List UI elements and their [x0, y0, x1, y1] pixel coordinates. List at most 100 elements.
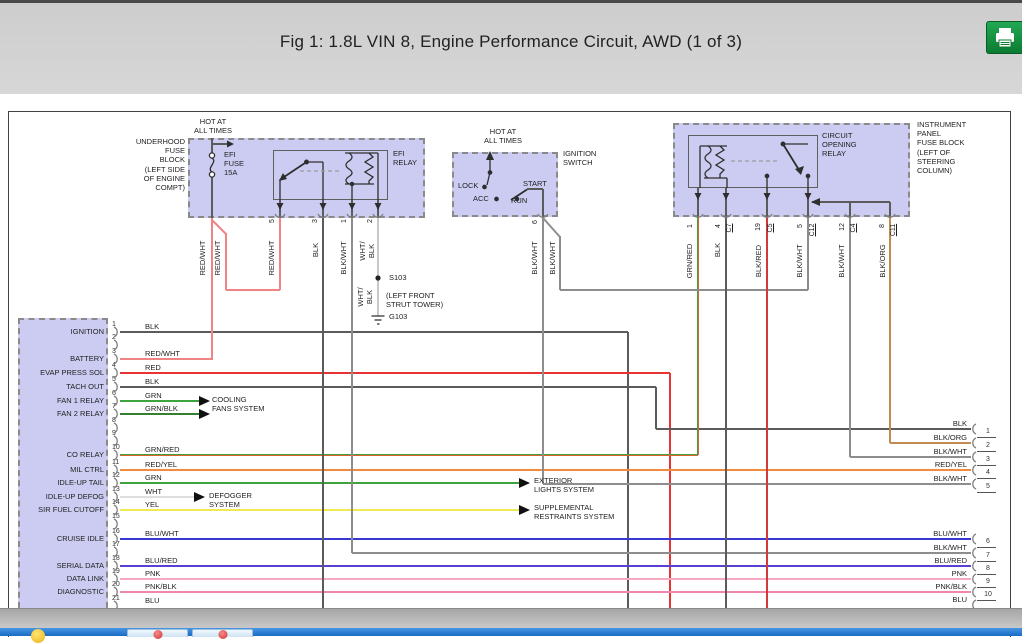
pin-name: IDLE-UP TAIL: [57, 478, 104, 487]
wire-color-label: RED/YEL: [934, 460, 967, 469]
pin-name: SERIAL DATA: [56, 561, 104, 570]
pin-tag: 1: [687, 224, 694, 228]
wire-color-label: GRN/RED: [145, 445, 180, 454]
wire-blk-wht: [352, 552, 971, 554]
pin-name: TACH OUT: [66, 382, 104, 391]
wire-blk: [849, 202, 851, 217]
pin-tick: [977, 465, 996, 466]
wire-red-yel: [120, 469, 971, 471]
system-arrow-icon: [199, 409, 210, 419]
efi-relay-label: EFI RELAY: [393, 149, 418, 168]
wire-blk: [542, 189, 544, 217]
wire-blk-wht: [543, 483, 971, 485]
wire-color-label: BLK/WHT: [933, 543, 967, 552]
wire-blk: [697, 188, 699, 217]
pin-number: 5: [112, 376, 116, 383]
pin-number: 5: [986, 483, 990, 490]
wire-blk-wht: [849, 217, 851, 457]
wire-color-label: BLK/WHT: [933, 447, 967, 456]
circuit-opening-relay-box: [688, 135, 818, 188]
wire-blk: [655, 387, 657, 429]
wire-red: [120, 372, 670, 374]
pin-number: 14: [112, 499, 120, 506]
wire-blk: [212, 143, 227, 145]
wire-pnk-blk: [120, 591, 971, 593]
wire-grn-red: [697, 217, 699, 455]
pin-number: 3: [986, 456, 990, 463]
red-app-icon: [218, 630, 227, 639]
wire-color-label: PNK: [951, 569, 967, 578]
wire-blk: [279, 200, 281, 218]
supplemental-restraints-system-label: SUPPLEMENTAL RESTRAINTS SYSTEM: [534, 503, 615, 522]
wire-color-label-vertical: BLK/WHT: [339, 241, 348, 275]
system-arrow-icon: [519, 505, 530, 515]
pin-tag: 6: [532, 220, 539, 224]
wire-blu-red: [120, 565, 971, 567]
wire-color-label: WHT: [145, 487, 163, 496]
wire-color-label: BLU: [952, 595, 967, 604]
pin-name: CO RELAY: [66, 450, 104, 459]
pin-tick: [977, 561, 996, 562]
wire-color-label: PNK/BLK: [145, 582, 177, 591]
start-orb-icon[interactable]: [31, 629, 45, 643]
wire-blk: [656, 428, 971, 430]
pin-number: 1: [112, 321, 116, 328]
wire-color-label: RED: [145, 363, 161, 372]
wire-blk-org: [890, 442, 971, 444]
pin-tag: C12: [809, 223, 816, 237]
pin-number: 16: [112, 528, 120, 535]
bottom-scroll-area[interactable]: [0, 608, 1022, 628]
pin-number: 8: [112, 417, 116, 424]
wire-pnk: [120, 578, 971, 580]
pin-tick: [977, 451, 996, 452]
pin-number: 9: [986, 578, 990, 585]
exterior-lights-system-label: EXTERIOR LIGHTS SYSTEM: [534, 476, 595, 495]
pin-tag: 8: [879, 224, 886, 228]
pin-name: SIR FUEL CUTOFF: [38, 505, 104, 514]
wire-blu-wht: [120, 538, 971, 540]
pin-tick: [977, 478, 996, 479]
circuit-opening-relay-label: CIRCUIT OPENING RELAY: [822, 131, 857, 159]
wire-wht-blk: [377, 218, 379, 316]
pin-tick: [977, 492, 996, 493]
wire-blk: [812, 201, 890, 203]
pin-number: 7: [112, 403, 116, 410]
pin-tick: [977, 437, 996, 438]
pin-tick: [977, 547, 996, 548]
pin-number: 7: [986, 552, 990, 559]
ignition-switch-label: IGNITION SWITCH: [563, 149, 597, 168]
printer-icon: [995, 27, 1014, 47]
s103-label: S103: [389, 273, 407, 282]
wire-red-wht: [120, 358, 213, 360]
wire-color-label: RED/WHT: [145, 349, 180, 358]
wire-blk-wht: [351, 218, 353, 553]
wire-color-label-vertical: RED/WHT: [198, 240, 207, 276]
system-arrow-icon: [519, 478, 530, 488]
pin-tag: 12: [839, 223, 846, 231]
pin-tag: 1: [341, 219, 348, 223]
pin-number: 2: [986, 442, 990, 449]
pin-name: FAN 2 RELAY: [57, 409, 104, 418]
wire-color-label: BLK: [145, 377, 160, 386]
wire-red-wht: [225, 233, 227, 290]
pin-number: 13: [112, 486, 120, 493]
pin-name: IGNITION: [70, 327, 104, 336]
wire-color-label: GRN: [145, 391, 162, 400]
print-button[interactable]: [986, 21, 1022, 54]
pin-name: MIL CTRL: [70, 465, 104, 474]
pin-tag: C7: [726, 223, 733, 233]
pin-number: 18: [112, 555, 120, 562]
wire-blk-wht: [560, 289, 808, 291]
wire-color-label: PNK: [145, 569, 161, 578]
wire-color-label-vertical: BLK: [365, 289, 374, 305]
wire-color-label: GRN: [145, 473, 162, 482]
lock-position-label: LOCK: [458, 181, 479, 190]
pin-number: 10: [112, 444, 120, 451]
wire-blk: [889, 202, 891, 217]
wire-blk-red: [766, 217, 768, 609]
wire-blk: [766, 188, 768, 217]
defogger-system-label: DEFOGGER SYSTEM: [209, 491, 252, 510]
wire-blk: [377, 200, 379, 218]
pin-tag: C4: [850, 223, 857, 233]
wire-color-label: BLU: [145, 596, 160, 605]
